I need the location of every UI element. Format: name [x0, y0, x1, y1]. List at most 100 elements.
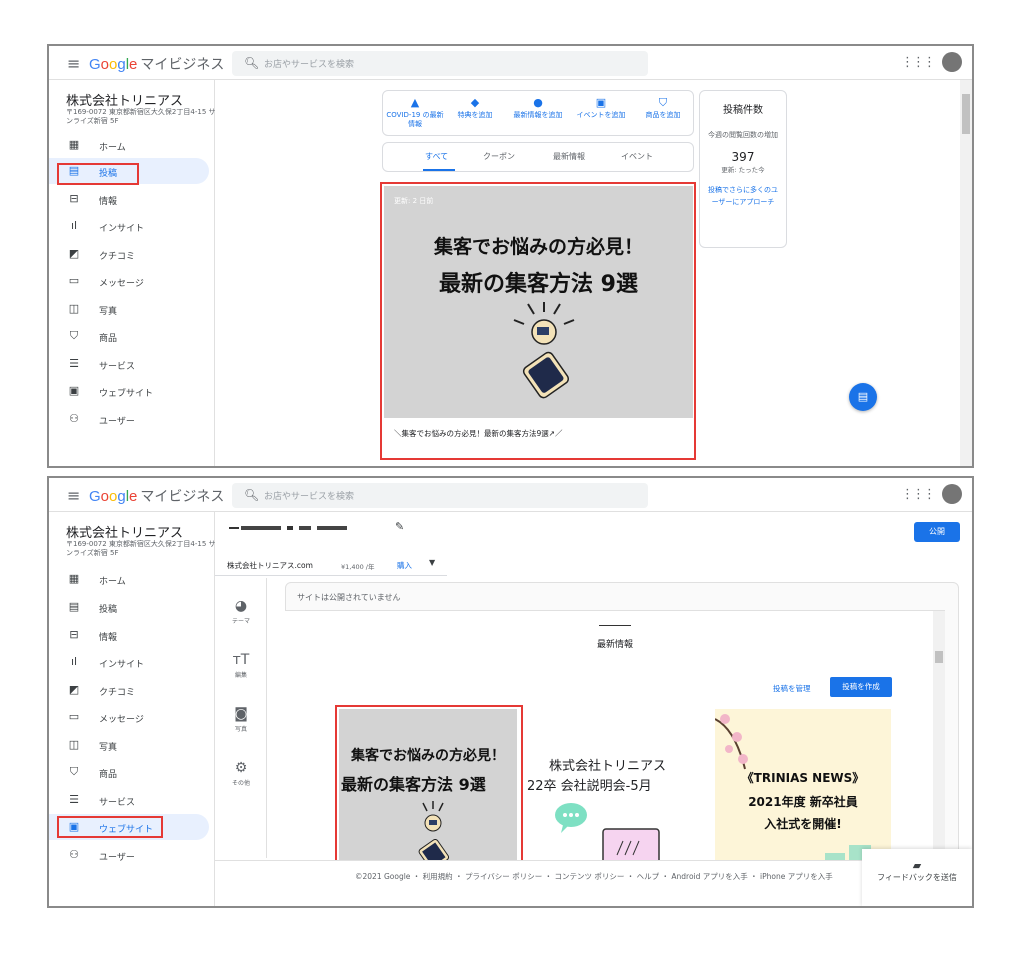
post-stats-card: 投稿件数 今週の閲覧回数の増加 397 更新: たった今 投稿でさらに多くのユー…	[699, 90, 787, 248]
list-icon: ☰	[69, 357, 79, 370]
stats-updated: 更新: たった今	[721, 166, 765, 174]
active-tab-indicator	[423, 169, 455, 171]
scroll-thumb[interactable]	[962, 94, 970, 134]
palette-icon: ◕	[234, 598, 248, 614]
sidebar-item-info[interactable]: ⊟ 情報	[49, 186, 209, 212]
laptop-chat-illustration	[555, 803, 660, 864]
site-preview-canvas: 最新情報 投稿を管理 投稿を作成 集客でお悩みの方必見！ 最新の集客方法 9選 …	[285, 610, 945, 864]
basket-icon: ⛉	[69, 765, 79, 778]
tag-icon: ◆	[470, 96, 480, 109]
sidebar-item-messages[interactable]: ▭ メッセージ	[49, 268, 209, 294]
sidebar-item-insights[interactable]: ıl インサイト	[49, 649, 209, 675]
sidebar-item-services[interactable]: ☰ サービス	[49, 787, 209, 813]
chevron-down-icon[interactable]: ▼	[429, 558, 435, 567]
post-tabs: すべて クーポン 最新情報 イベント	[382, 142, 694, 172]
tool-theme[interactable]: ◕ テーマ	[215, 598, 267, 625]
google-logo[interactable]: Google マイビジネス	[89, 486, 224, 506]
sidebar-item-products[interactable]: ⛉ 商品	[49, 323, 209, 349]
phone-pin-illustration	[513, 302, 575, 399]
tool-edit[interactable]: ᴛT 編集	[215, 652, 267, 679]
create-post-button[interactable]: 投稿を作成	[830, 677, 892, 697]
add-product-button[interactable]: ⛉ 商品を追加	[633, 97, 693, 120]
sidebar-item-reviews[interactable]: ◩ クチコミ	[49, 677, 209, 703]
sidebar-item-users[interactable]: ⚇ ユーザー	[49, 406, 209, 432]
feedback-button[interactable]: ▰ フィードバックを送信	[862, 849, 972, 906]
apps-grid-icon[interactable]: ⋮⋮⋮	[901, 487, 936, 502]
sidebar-item-services[interactable]: ☰ サービス	[49, 351, 209, 377]
avatar[interactable]	[942, 484, 962, 504]
text-size-icon: ᴛT	[232, 652, 250, 668]
tab-all[interactable]: すべて	[425, 151, 448, 162]
sidebar-item-users[interactable]: ⚇ ユーザー	[49, 842, 209, 868]
stats-link[interactable]: 投稿でさらに多くのユーザーにアプローチ	[706, 184, 780, 208]
apps-grid-icon[interactable]: ⋮⋮⋮	[901, 55, 936, 70]
create-post-fab[interactable]: ▤	[849, 383, 877, 411]
preview-scrollbar[interactable]	[933, 611, 945, 864]
card3-line2: 2021年度 新卒社員	[748, 795, 858, 809]
tab-events[interactable]: イベント	[621, 151, 653, 162]
search-input[interactable]: 🔍︎ お店やサービスを検索	[232, 483, 648, 508]
post-icon: ▤	[857, 390, 869, 403]
tab-news[interactable]: 最新情報	[553, 151, 585, 162]
scroll-thumb[interactable]	[935, 651, 943, 663]
search-input[interactable]: 🔍︎ お店やサービスを検索	[232, 51, 648, 76]
photo-icon: ◫	[68, 738, 80, 751]
sidebar-item-info[interactable]: ⊟ 情報	[49, 622, 209, 648]
card2-line1: 株式会社トリニアス	[549, 759, 667, 774]
editor-toolbar: ◕ テーマ ᴛT 編集 ◙ 写真 ⚙ その他	[215, 578, 267, 858]
post-card[interactable]: 更新: 2 日前 集客でお悩みの方必見！ 最新の集客方法 9選 ＼集客でお悩みの…	[380, 182, 696, 460]
add-event-button[interactable]: ▣ イベントを追加	[571, 97, 631, 120]
post-headline-2: 最新の集客方法 9選	[439, 272, 638, 297]
sidebar-item-website[interactable]: ▣ ウェブサイト	[49, 378, 209, 404]
tab-coupon[interactable]: クーポン	[483, 151, 515, 162]
main-scrollbar[interactable]	[960, 80, 972, 466]
publish-button[interactable]: 公開	[914, 522, 960, 542]
add-user-icon: ⚇	[69, 412, 79, 425]
sidebar-item-products[interactable]: ⛉ 商品	[49, 759, 209, 785]
post-action-bar: ▲ COVID-19 の最新情報 ◆ 特典を追加 ● 最新情報を追加 ▣ イベントを追加…	[382, 90, 694, 136]
sidebar-item-messages[interactable]: ▭ メッセージ	[49, 704, 209, 730]
footer-links[interactable]: ©2021 Google ・ 利用規約 ・ プライバシー ポリシー ・ コンテン…	[355, 871, 833, 882]
basket-icon: ⛉	[69, 329, 79, 342]
sidebar-item-home[interactable]: ▦ ホーム	[49, 566, 209, 592]
calendar-icon: ▣	[595, 96, 607, 109]
buy-domain-link[interactable]: 購入	[397, 560, 412, 571]
menu-icon[interactable]: ≡	[67, 54, 80, 73]
sidebar-item-photos[interactable]: ◫ 写真	[49, 732, 209, 758]
post-caption: ＼集客でお悩みの方必見！最新の集客方法9選↗／	[394, 429, 563, 438]
manage-posts-link[interactable]: 投稿を管理	[773, 683, 811, 694]
footer: ©2021 Google ・ 利用規約 ・ プライバシー ポリシー ・ コンテン…	[215, 849, 972, 906]
bar-chart-icon: ıl	[70, 219, 78, 232]
stats-subtitle: 今週の閲覧回数の増加	[708, 131, 778, 139]
section-divider	[599, 625, 631, 626]
screenshot-website: ≡ Google マイビジネス 🔍︎ お店やサービスを検索 ⋮⋮⋮ 株式会社トリニ…	[47, 476, 974, 908]
post-icon: ▤	[68, 600, 80, 613]
covid-update-button[interactable]: ▲ COVID-19 の最新情報	[385, 97, 445, 129]
domain-price: ¥1,400 /年	[341, 563, 375, 571]
preview-card-3[interactable]: 《TRINIAS NEWS》 2021年度 新卒社員 入社式を開催!	[715, 709, 891, 864]
post-image: 更新: 2 日前 集客でお悩みの方必見！ 最新の集客方法 9選	[384, 186, 693, 418]
top-bar: ≡ Google マイビジネス 🔍︎ お店やサービスを検索 ⋮⋮⋮	[49, 46, 972, 80]
warning-icon: ▲	[410, 96, 420, 109]
avatar[interactable]	[942, 52, 962, 72]
screenshot-posts: ≡ Google マイビジネス 🔍︎ お店やサービスを検索 ⋮⋮⋮ 株式会社トリニ…	[47, 44, 974, 468]
sidebar-item-photos[interactable]: ◫ 写真	[49, 296, 209, 322]
message-icon: ▭	[68, 274, 80, 287]
business-name: 株式会社トリニアス	[66, 526, 184, 541]
add-offer-button[interactable]: ◆ 特典を追加	[445, 97, 505, 120]
add-news-button[interactable]: ● 最新情報を追加	[508, 97, 568, 120]
sidebar-item-reviews[interactable]: ◩ クチコミ	[49, 241, 209, 267]
edit-pencil-icon[interactable]: ✎	[395, 520, 404, 533]
google-logo[interactable]: Google マイビジネス	[89, 54, 224, 74]
dashboard-icon: ▦	[68, 138, 80, 151]
preview-card-2[interactable]: 株式会社トリニアス 22卒 会社説明会-5月	[527, 709, 707, 864]
sidebar-item-posts[interactable]: ▤ 投稿	[49, 594, 209, 620]
highlight-website-nav	[57, 816, 163, 838]
menu-icon[interactable]: ≡	[67, 486, 80, 505]
sidebar-item-home[interactable]: ▦ ホーム	[49, 132, 209, 158]
tool-other[interactable]: ⚙ その他	[215, 760, 267, 787]
message-icon: ▭	[68, 710, 80, 723]
add-photo-icon: ◙	[234, 706, 248, 722]
tool-photos[interactable]: ◙ 写真	[215, 706, 267, 733]
sidebar-item-insights[interactable]: ıl インサイト	[49, 213, 209, 239]
